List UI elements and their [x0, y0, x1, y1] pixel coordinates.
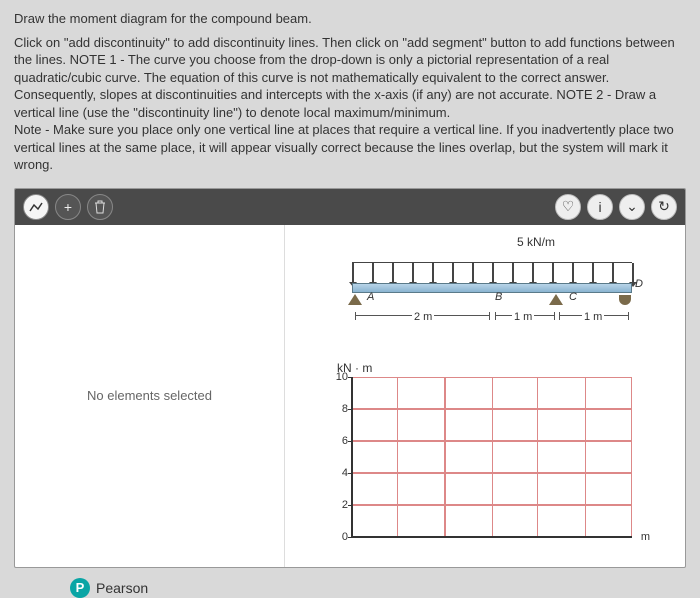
dim-3: 1 m — [582, 311, 604, 323]
support-a — [348, 294, 362, 305]
ytick-8: 8 — [328, 403, 348, 415]
pearson-icon-letter: P — [76, 580, 85, 595]
delete-button[interactable] — [87, 194, 113, 220]
instruction-title: Draw the moment diagram for the compound… — [14, 10, 686, 28]
dim-2: 1 m — [512, 311, 534, 323]
refresh-icon: ↻ — [658, 198, 670, 215]
x-axis-label: m — [641, 531, 650, 543]
load-top-line — [352, 262, 632, 263]
support-c — [549, 294, 563, 305]
dim-1: 2 m — [412, 311, 434, 323]
beam-diagram: 5 kN/m — [297, 233, 673, 353]
no-selection-text: No elements selected — [87, 388, 212, 403]
x-axis — [352, 536, 632, 538]
instruction-note: Note - Make sure you place only one vert… — [14, 121, 686, 174]
reset-button[interactable]: ↻ — [651, 194, 677, 220]
support-d — [619, 295, 631, 305]
instructions-block: Draw the moment diagram for the compound… — [0, 0, 700, 182]
content-area: No elements selected 5 kN/m — [15, 225, 685, 567]
pearson-logo-icon: P — [70, 578, 90, 598]
ytick-6: 6 — [328, 435, 348, 447]
segment-icon — [29, 200, 43, 214]
ytick-2: 2 — [328, 499, 348, 511]
plus-icon: + — [64, 199, 72, 215]
selection-panel: No elements selected — [15, 225, 285, 567]
ytick-4: 4 — [328, 467, 348, 479]
point-b-label: B — [495, 291, 502, 303]
info-icon: i — [598, 199, 601, 215]
ytick-0: 0 — [328, 531, 348, 543]
toolbar: + ♡ i ⌄ ↻ — [15, 189, 685, 225]
y-axis — [351, 377, 353, 537]
drawing-workspace: + ♡ i ⌄ ↻ No elements selected 5 kN/m — [14, 188, 686, 568]
diagram-panel[interactable]: 5 kN/m — [285, 225, 685, 567]
distributed-load-label: 5 kN/m — [517, 235, 555, 249]
point-d-label: D — [635, 278, 643, 290]
point-a-label: A — [367, 291, 374, 303]
add-segment-button[interactable] — [23, 194, 49, 220]
chevron-down-icon: ⌄ — [626, 198, 638, 215]
point-c-label: C — [569, 291, 577, 303]
beam-bar — [352, 283, 632, 293]
add-discontinuity-button[interactable]: + — [55, 194, 81, 220]
instruction-body-text: Click on "add discontinuity" to add disc… — [14, 35, 675, 120]
ytick-10: 10 — [328, 371, 348, 383]
info-button[interactable]: i — [587, 194, 613, 220]
brand-name: Pearson — [96, 580, 148, 596]
moment-graph[interactable]: 10 8 6 4 2 0 m — [352, 377, 632, 537]
hint-button[interactable]: ♡ — [555, 194, 581, 220]
footer: P Pearson — [70, 578, 700, 598]
instruction-body: Click on "add discontinuity" to add disc… — [14, 34, 686, 122]
lightbulb-icon: ♡ — [562, 198, 575, 215]
expand-button[interactable]: ⌄ — [619, 194, 645, 220]
trash-icon — [94, 200, 106, 214]
y-axis-label: kN · m — [337, 361, 673, 375]
